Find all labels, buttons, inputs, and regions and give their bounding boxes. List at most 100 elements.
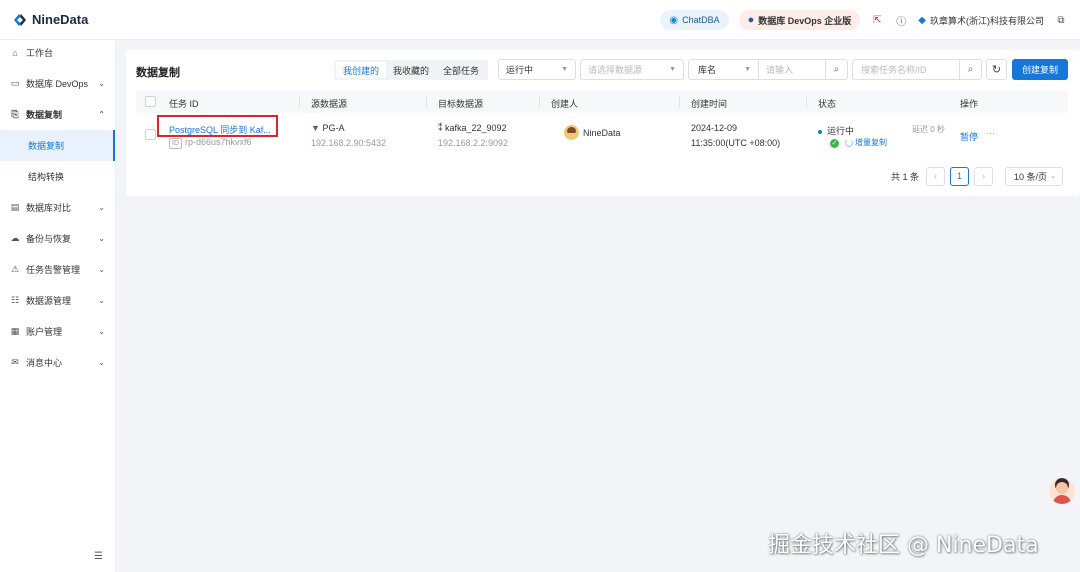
column-header: 状态 [818, 99, 837, 109]
notification-icon[interactable]: ⇱ [870, 13, 884, 27]
sidebar-item-label: 数据复制 [26, 110, 63, 120]
sidebar-item-devops[interactable]: ▭ 数据库 DevOps ⌄ [0, 68, 115, 99]
page-title: 数据复制 [136, 67, 180, 79]
sidebar-item-label: 数据库对比 [26, 203, 72, 213]
creator-name: NineData [583, 128, 621, 138]
tab-all-tasks[interactable]: 全部任务 [436, 62, 486, 78]
column-header: 创建时间 [691, 99, 728, 109]
chevron-down-icon: ⌄ [98, 265, 105, 274]
home-icon: ⌂ [12, 47, 18, 58]
avatar [564, 125, 579, 140]
search-icon[interactable]: ⌕ [959, 60, 981, 79]
edition-button[interactable]: ● 数据库 DevOps 企业版 [738, 10, 861, 30]
sidebar-item-workbench[interactable]: ⌂ 工作台 [0, 37, 115, 68]
help-icon[interactable]: ⓘ [894, 13, 908, 28]
chevron-down-icon: ⌄ [98, 358, 105, 367]
sidebar-item-compare[interactable]: ▤ 数据库对比 ⌄ [0, 192, 115, 223]
sidebar-item-datasource[interactable]: ☷ 数据源管理 ⌄ [0, 285, 115, 316]
top-bar: NineData ◉ ChatDBA ● 数据库 DevOps 企业版 ⇱ ⓘ … [0, 0, 1080, 40]
collapse-sidebar-icon[interactable]: ☰ [94, 551, 103, 562]
ninedata-logo-icon [14, 13, 26, 26]
source-name: PG-A [322, 123, 345, 133]
dbname-select-value: 库名 [698, 65, 717, 75]
select-all-checkbox[interactable] [145, 96, 156, 107]
column-divider [806, 96, 807, 108]
language-icon[interactable]: ⧉ [1054, 13, 1068, 27]
row-checkbox[interactable] [145, 129, 156, 140]
sidebar-subitem-replication[interactable]: 数据复制 [0, 130, 115, 161]
status-text: 运行中 [827, 126, 855, 136]
globe-icon: ● [747, 14, 755, 26]
column-divider [679, 96, 680, 108]
sidebar-item-label: 数据复制 [28, 141, 65, 151]
sidebar-subitem-schema-convert[interactable]: 结构转换 [0, 161, 115, 192]
tab-my-created[interactable]: 我创建的 [336, 62, 387, 78]
sidebar-item-messages[interactable]: ✉ 消息中心 ⌄ [0, 347, 115, 378]
prev-page-icon[interactable]: ‹ [926, 166, 945, 186]
column-header: 目标数据源 [438, 99, 484, 109]
pause-button[interactable]: 暂停 [960, 130, 978, 143]
chevron-down-icon: ⌄ [98, 79, 105, 88]
search-icon[interactable]: ⌕ [825, 60, 847, 79]
sidebar-item-account[interactable]: ▦ 账户管理 ⌄ [0, 316, 115, 347]
sidebar-item-replication[interactable]: ⎘ 数据复制 ⌃ [0, 99, 115, 130]
page-size-select[interactable]: 10 条/页 ⌄ [1005, 166, 1063, 186]
sidebar-item-label: 任务告警管理 [26, 265, 81, 275]
logo-text: NineData [32, 12, 89, 27]
status-select[interactable]: 运行中 ▼ [498, 59, 576, 80]
check-circle-icon: ✓ [830, 139, 839, 148]
company-switcher[interactable]: ◆ 玖章算术(浙江)科技有限公司 [918, 14, 1044, 27]
status-badge: 运行中 [818, 124, 854, 137]
taskname-search: 搜索任务名称/ID ⌕ [852, 59, 982, 80]
sidebar-item-label: 消息中心 [26, 358, 63, 368]
dbname-select[interactable]: 库名 ▼ [689, 60, 759, 79]
status-select-value: 运行中 [506, 65, 534, 75]
chevron-down-icon: ⌄ [98, 234, 105, 243]
running-dot-icon [818, 129, 822, 134]
refresh-icon[interactable]: ↻ [986, 59, 1007, 80]
chevron-up-icon: ⌃ [98, 110, 105, 119]
sidebar-item-label: 账户管理 [26, 327, 63, 337]
chevron-down-icon: ▼ [561, 66, 568, 73]
phase-tag: ✓ 增量复制 [830, 137, 887, 148]
dbname-input[interactable]: 请输入 [759, 63, 793, 76]
taskname-input[interactable]: 搜索任务名称/ID [853, 63, 927, 76]
column-header: 源数据源 [311, 99, 348, 109]
source-datasource[interactable]: ▼ PG-A [311, 123, 344, 133]
cloud-icon: ☁ [10, 233, 20, 243]
task-id: ID rp-d66us7hkvxf6 [169, 137, 252, 149]
company-logo-icon: ◆ [918, 14, 926, 26]
chatdba-button[interactable]: ◉ ChatDBA [660, 10, 729, 30]
customer-support-avatar[interactable] [1049, 478, 1075, 504]
column-header: 操作 [960, 99, 979, 109]
more-actions-icon[interactable]: ··· [986, 128, 995, 138]
column-divider [426, 96, 427, 108]
edition-label: 数据库 DevOps 企业版 [758, 15, 852, 26]
chevron-down-icon: ▼ [669, 66, 676, 73]
pagination: ‹ 1 › 10 条/页 ⌄ [926, 166, 1063, 186]
logo[interactable]: NineData [12, 12, 88, 28]
chevron-down-icon: ⌄ [1050, 173, 1056, 180]
task-id-value: rp-d66us7hkvxf6 [185, 137, 252, 147]
target-address: 192.168.2.2:9092 [438, 138, 509, 148]
database-icon: ☷ [10, 295, 20, 305]
dbname-filter: 库名 ▼ 请输入 ⌕ [688, 59, 848, 80]
sidebar-item-label: 工作台 [26, 48, 54, 58]
create-replication-button[interactable]: 创建复制 [1012, 59, 1068, 80]
kafka-icon: ⁑ [438, 123, 443, 133]
datasource-select[interactable]: 请选择数据源 ▼ [580, 59, 684, 80]
chevron-down-icon: ⌄ [98, 327, 105, 336]
sidebar-item-alarm[interactable]: ⚠ 任务告警管理 ⌄ [0, 254, 115, 285]
tab-my-favorites[interactable]: 我收藏的 [386, 62, 436, 78]
next-page-icon[interactable]: › [974, 166, 993, 186]
sidebar-item-backup[interactable]: ☁ 备份与恢复 ⌄ [0, 223, 115, 254]
target-name: kafka_22_9092 [445, 123, 507, 133]
mail-icon: ✉ [11, 357, 19, 367]
sidebar-item-label: 数据源管理 [26, 296, 72, 306]
chevron-down-icon: ▼ [744, 66, 751, 73]
target-datasource[interactable]: ⁑ kafka_22_9092 [438, 123, 507, 134]
chevron-down-icon: ⌄ [98, 203, 105, 212]
phase-text: 增量复制 [855, 138, 887, 147]
sidebar: ⌂ 工作台 ▭ 数据库 DevOps ⌄ ⎘ 数据复制 ⌃ 数据复制 结构转换 … [0, 40, 116, 572]
page-number[interactable]: 1 [950, 166, 969, 186]
